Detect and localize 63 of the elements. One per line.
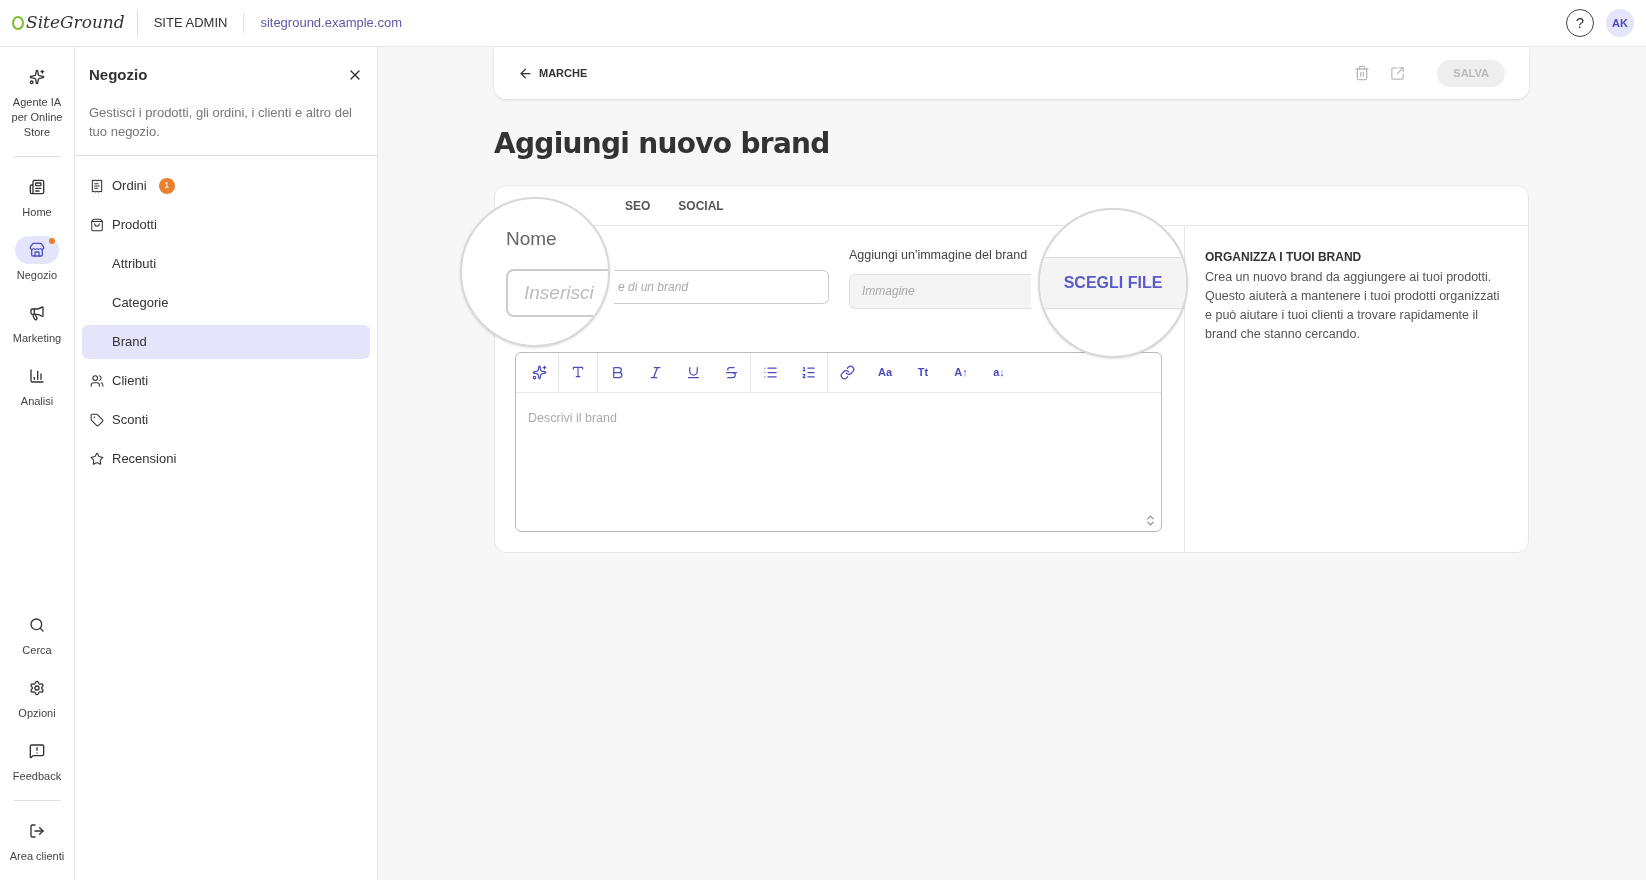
rail-item[interactable]: Cerca [0,611,74,658]
sidebar-item[interactable]: Sconti [82,402,370,437]
rail-item[interactable]: Feedback [0,737,74,784]
tag-icon [90,412,104,427]
sidebar-title: Negozio [89,65,148,85]
external-link-icon[interactable] [1390,65,1406,81]
search-icon [29,617,45,633]
format-button[interactable]: A↑ [942,353,980,392]
trash-icon[interactable] [1354,65,1371,81]
rail-item[interactable]: Agente IA per Online Store [0,63,74,140]
sidebar-item[interactable]: Prodotti [82,207,370,242]
link-icon [839,364,855,380]
sidebar-item[interactable]: Categorie [82,285,370,320]
megaphone-icon [29,305,45,321]
sidebar-description: Gestisci i prodotti, gli ordini, i clienti e altro del tuo negozio. [89,103,353,141]
field-label: Nome [506,227,557,251]
format-button[interactable]: a↓ [980,353,1018,392]
sidebar-item[interactable]: Recensioni [82,441,370,476]
rail-item[interactable]: Opzioni [0,674,74,721]
sidebar-item[interactable]: Clienti [82,363,370,398]
underline-icon [685,364,701,380]
rail-item[interactable]: Negozio [0,236,74,283]
sidebar-item[interactable]: Brand [82,324,370,359]
tab[interactable]: SOCIAL [678,196,724,215]
star-icon [90,451,104,466]
text-size-icon [571,365,585,380]
format-button[interactable]: Aa [866,353,904,392]
page-title: Aggiungi nuovo brand [494,126,831,162]
store-icon [29,242,45,258]
feedback-icon [29,743,45,759]
rail-item[interactable]: Home [0,173,74,220]
sparkle-icon [531,364,547,380]
bullet-list-icon [762,364,778,380]
logo: SiteGround [12,10,138,36]
rail-item[interactable]: Marketing [0,299,74,346]
sparkle-icon [29,69,45,85]
editor-placeholder: Descrivi il brand [528,410,617,425]
sidebar-item[interactable]: Attributi [82,246,370,281]
numbered-list-icon [800,364,816,380]
bag-icon [90,217,104,232]
settings-icon [29,680,45,696]
resize-handle-icon[interactable] [1144,513,1157,527]
receipt-icon [90,178,104,193]
people-icon [90,373,104,388]
italic-icon [647,364,663,380]
domain-link[interactable]: siteground.example.com [244,13,419,33]
format-button[interactable]: Tt [904,353,942,392]
avatar[interactable]: AK [1606,9,1634,37]
choose-file-button[interactable]: SCEGLI FILE [1040,257,1186,309]
image-label: Aggiungi un'immagine del brand [849,247,1029,264]
section-label: SITE ADMIN [137,13,245,33]
tab[interactable]: SEO [625,196,651,215]
exit-icon [29,823,45,839]
rail-item[interactable]: Analisi [0,362,74,409]
count-badge: 1 [158,177,175,194]
logo-icon [12,16,24,30]
info-text: Crea un nuovo brand da aggiungere ai tuoi prodotti. Questo aiuterà a mantenere i tuoi prodotti organizzati e può aiutare i tuoi clienti a trovare rapidamente il brand che stanno cercando. [1205,269,1501,343]
info-title: ORGANIZZA I TUOI BRAND [1205,249,1363,266]
chart-icon [29,368,45,384]
rail-item[interactable]: Area clienti [0,817,74,864]
strikethrough-icon [723,364,739,380]
sidebar-item[interactable]: Ordini 1 [82,168,370,203]
back-link[interactable]: MARCHE [518,64,588,82]
